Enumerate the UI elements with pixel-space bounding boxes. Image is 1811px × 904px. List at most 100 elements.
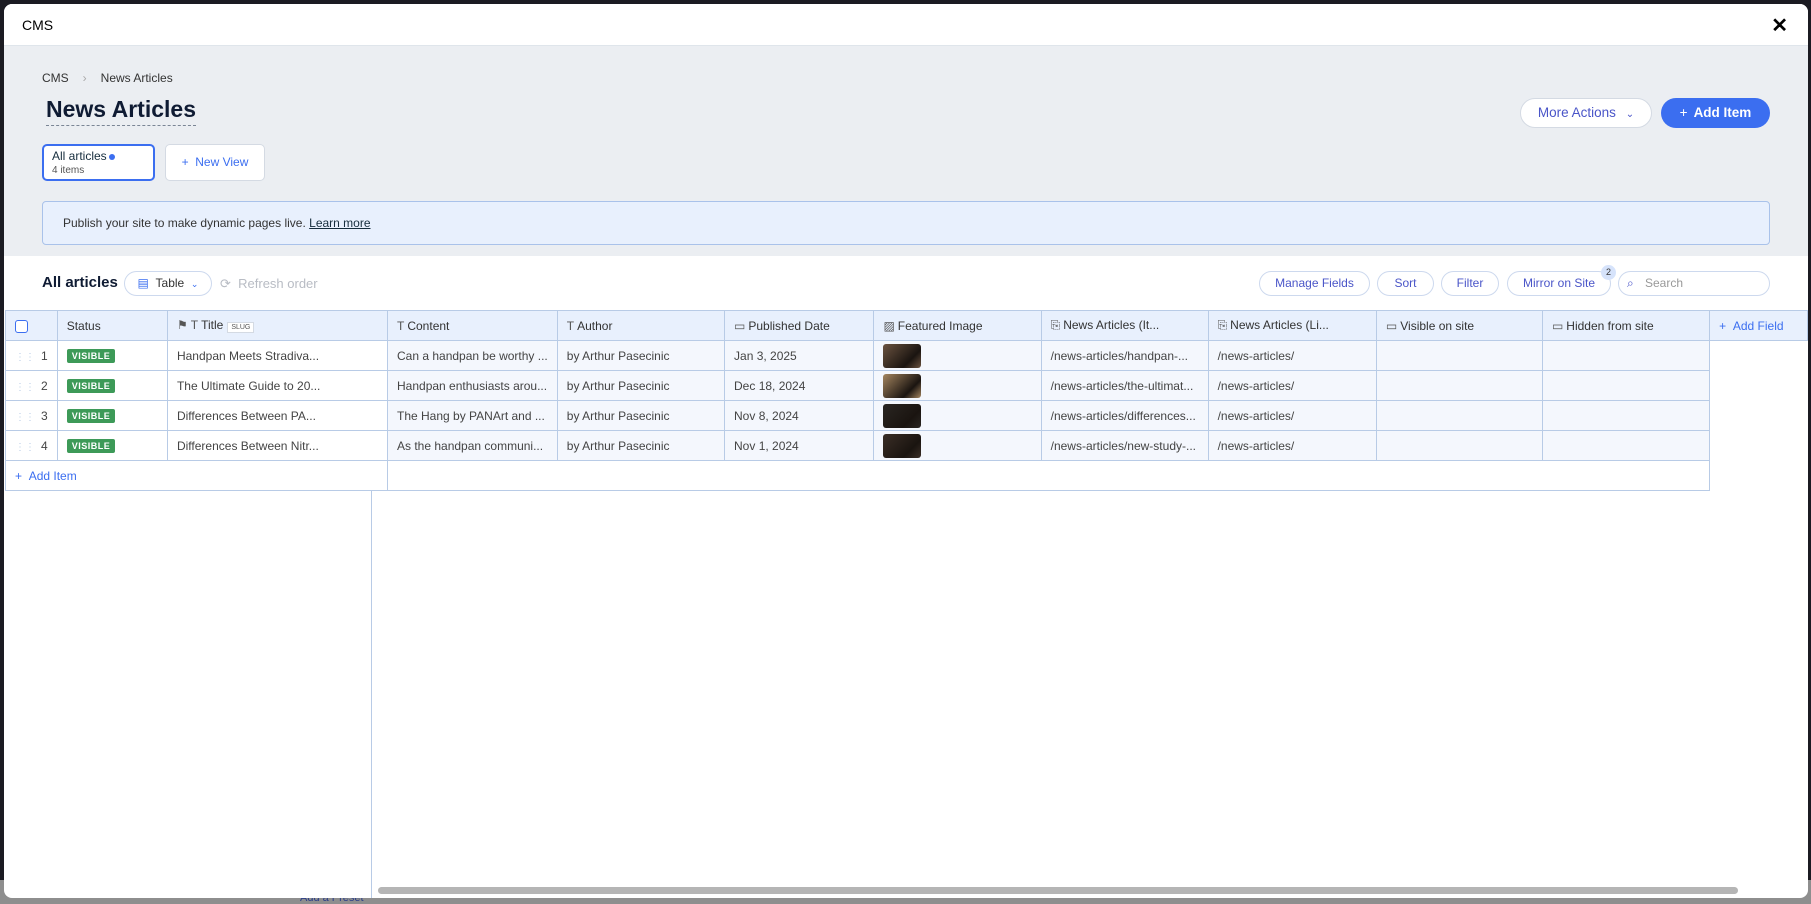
content-cell[interactable]: As the handpan communi... — [387, 430, 558, 461]
list-url-cell[interactable]: /news-articles/ — [1207, 370, 1377, 401]
layout-label: Table — [155, 276, 185, 290]
refresh-icon: ⟳ — [220, 276, 231, 291]
image-cell[interactable] — [873, 400, 1042, 431]
breadcrumb-cms[interactable]: CMS — [42, 71, 69, 85]
author-cell[interactable]: by Arthur Pasecinic — [556, 400, 726, 431]
image-cell[interactable] — [873, 340, 1042, 371]
visible-on-cell[interactable] — [1375, 400, 1543, 431]
author-cell[interactable]: by Arthur Pasecinic — [556, 340, 726, 371]
title-cell[interactable]: Differences Between PA... — [166, 400, 389, 431]
column-featured-image[interactable]: ▨ Featured Image — [873, 310, 1042, 341]
content-cell[interactable]: The Hang by PANArt and ... — [387, 400, 558, 431]
status-cell[interactable]: VISIBLE — [56, 370, 168, 401]
date-cell[interactable]: Jan 3, 2025 — [724, 340, 875, 371]
column-status[interactable]: Status — [56, 310, 168, 341]
hidden-from-cell[interactable] — [1541, 400, 1711, 431]
status-cell[interactable]: VISIBLE — [56, 430, 168, 461]
column-list-page-link[interactable]: ⎘ News Articles (Li... — [1207, 310, 1377, 341]
view-all-articles[interactable]: All articles 4 items — [42, 144, 155, 181]
title-cell[interactable]: Handpan Meets Stradiva... — [166, 340, 389, 371]
add-item-row-button[interactable]: + Add Item — [5, 460, 388, 491]
column-item-page-link[interactable]: ⎘ News Articles (It... — [1040, 310, 1209, 341]
close-icon[interactable]: ✕ — [1771, 13, 1788, 38]
add-field-button[interactable]: + Add Field — [1709, 310, 1808, 341]
title-cell[interactable]: Differences Between Nitr... — [166, 430, 389, 461]
empty-cell — [1709, 370, 1808, 401]
column-hidden-from-site[interactable]: ▭ Hidden from site — [1541, 310, 1711, 341]
featured-image-thumbnail — [883, 433, 922, 458]
chevron-down-icon: ⌄ — [190, 279, 199, 289]
drag-handle-icon[interactable]: ⋮⋮ — [15, 442, 35, 453]
banner-text: Publish your site to make dynamic pages … — [63, 216, 306, 230]
item-url-cell[interactable]: /news-articles/the-ultimat... — [1040, 370, 1209, 401]
column-visible-on-site[interactable]: ▭ Visible on site — [1375, 310, 1543, 341]
visible-on-cell[interactable] — [1375, 430, 1543, 461]
list-url-cell[interactable]: /news-articles/ — [1207, 400, 1377, 431]
column-content[interactable]: T Content — [387, 310, 558, 341]
flag-icon: ⚑ — [176, 318, 188, 332]
hidden-from-cell[interactable] — [1541, 340, 1711, 371]
active-dot — [108, 153, 115, 160]
author-cell[interactable]: by Arthur Pasecinic — [556, 430, 726, 461]
row-handle[interactable]: ⋮⋮ 3 — [5, 400, 58, 431]
column-title[interactable]: ⚑ T Title SLUG — [166, 310, 389, 341]
row-handle[interactable]: ⋮⋮ 4 — [5, 430, 58, 461]
add-item-row: + Add Item — [5, 460, 1808, 491]
search-input[interactable]: ⌕ Search — [1618, 271, 1770, 296]
select-all-checkbox[interactable] — [5, 310, 58, 341]
content-cell[interactable]: Handpan enthusiasts arou... — [387, 370, 558, 401]
content-cell[interactable]: Can a handpan be worthy ... — [387, 340, 558, 371]
column-label: Visible on site — [1400, 318, 1475, 333]
column-label: Published Date — [748, 318, 830, 333]
item-url-cell[interactable]: /news-articles/new-study-... — [1040, 430, 1209, 461]
items-table: Status ⚑ T Title SLUG T Content T Author ▭ Pub… — [5, 310, 1808, 491]
title-cell[interactable]: The Ultimate Guide to 20... — [166, 370, 389, 401]
table-row[interactable]: ⋮⋮ 3 VISIBLE Differences Between PA... The H… — [5, 400, 1808, 431]
filter-button[interactable]: Filter — [1441, 271, 1499, 296]
date-cell[interactable]: Nov 8, 2024 — [724, 400, 875, 431]
item-url-cell[interactable]: /news-articles/handpan-... — [1040, 340, 1209, 371]
image-cell[interactable] — [873, 370, 1042, 401]
table-row[interactable]: ⋮⋮ 1 VISIBLE Handpan Meets Stradiva... Can a… — [5, 340, 1808, 371]
list-url-cell[interactable]: /news-articles/ — [1207, 340, 1377, 371]
new-view-button[interactable]: + New View — [165, 144, 265, 181]
author-cell[interactable]: by Arthur Pasecinic — [556, 370, 726, 401]
learn-more-link[interactable]: Learn more — [309, 216, 370, 230]
collection-header: CMS › News Articles News Articles More Act… — [4, 46, 1808, 256]
more-actions-button[interactable]: More Actions ⌄ — [1520, 98, 1652, 128]
refresh-order-button[interactable]: ⟳ Refresh order — [220, 276, 318, 292]
visible-on-cell[interactable] — [1375, 340, 1543, 371]
add-item-button[interactable]: + Add Item — [1661, 98, 1770, 128]
hidden-from-cell[interactable] — [1541, 370, 1711, 401]
layout-select[interactable]: ▤ Table ⌄ — [124, 271, 212, 296]
manage-fields-button[interactable]: Manage Fields — [1259, 271, 1370, 296]
drag-handle-icon[interactable]: ⋮⋮ — [15, 352, 35, 363]
visible-on-cell[interactable] — [1375, 370, 1543, 401]
sort-button[interactable]: Sort — [1377, 271, 1434, 296]
row-handle[interactable]: ⋮⋮ 1 — [5, 340, 58, 371]
drag-handle-icon[interactable]: ⋮⋮ — [15, 382, 35, 393]
status-badge: VISIBLE — [66, 349, 116, 363]
image-icon: ▨ — [883, 318, 895, 333]
plus-icon: + — [1679, 105, 1688, 120]
column-label: Author — [577, 318, 613, 333]
image-cell[interactable] — [873, 430, 1042, 461]
hidden-from-cell[interactable] — [1541, 430, 1711, 461]
plus-icon: + — [181, 155, 196, 169]
column-published-date[interactable]: ▭ Published Date — [724, 310, 875, 341]
status-cell[interactable]: VISIBLE — [56, 340, 168, 371]
horizontal-scrollbar[interactable] — [378, 887, 1738, 894]
table-row[interactable]: ⋮⋮ 2 VISIBLE The Ultimate Guide to 20... Han… — [5, 370, 1808, 401]
date-cell[interactable]: Nov 1, 2024 — [724, 430, 875, 461]
page-title[interactable]: News Articles — [46, 96, 196, 126]
mirror-on-site-button[interactable]: Mirror on Site 2 — [1507, 265, 1616, 296]
more-actions-label: More Actions — [1537, 105, 1616, 120]
status-cell[interactable]: VISIBLE — [56, 400, 168, 431]
item-url-cell[interactable]: /news-articles/differences... — [1040, 400, 1209, 431]
drag-handle-icon[interactable]: ⋮⋮ — [15, 412, 35, 423]
column-author[interactable]: T Author — [556, 310, 726, 341]
row-handle[interactable]: ⋮⋮ 2 — [5, 370, 58, 401]
date-cell[interactable]: Dec 18, 2024 — [724, 370, 875, 401]
table-row[interactable]: ⋮⋮ 4 VISIBLE Differences Between Nitr... As … — [5, 430, 1808, 461]
list-url-cell[interactable]: /news-articles/ — [1207, 430, 1377, 461]
